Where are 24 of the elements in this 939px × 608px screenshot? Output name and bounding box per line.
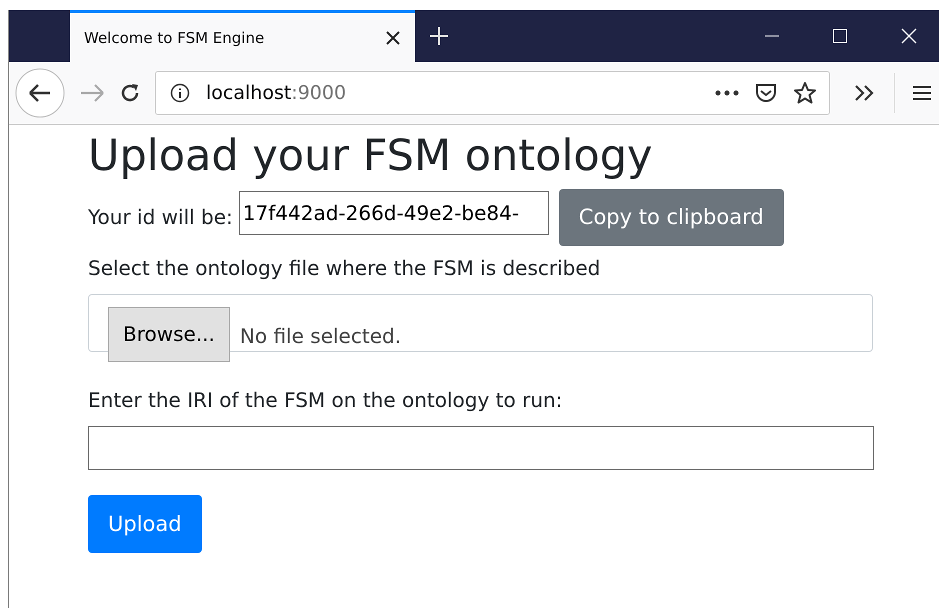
more-icon[interactable] <box>715 90 739 96</box>
upload-button[interactable]: Upload <box>88 494 202 553</box>
back-icon[interactable] <box>15 68 65 118</box>
overflow-icon[interactable] <box>854 84 876 102</box>
plus-icon[interactable] <box>429 26 449 46</box>
id-label: Your id will be: <box>88 205 233 230</box>
iri-field[interactable] <box>88 426 874 470</box>
browse-button[interactable]: Browse... <box>108 306 230 362</box>
copy-button[interactable]: Copy to clipboard <box>558 188 784 246</box>
maximize-icon[interactable] <box>833 29 847 43</box>
menu-icon[interactable] <box>913 85 931 101</box>
close-icon[interactable] <box>385 30 401 46</box>
file-status: No file selected. <box>240 324 402 348</box>
pocket-icon[interactable] <box>755 83 777 103</box>
id-field[interactable]: 17f442ad-266d-49e2-be84- <box>238 191 549 236</box>
address-bar[interactable]: localhost:9000 <box>155 71 830 115</box>
reload-icon[interactable] <box>119 82 141 104</box>
info-icon[interactable] <box>170 83 190 103</box>
browser-tab[interactable]: Welcome to FSM Engine <box>70 10 415 62</box>
page-heading: Upload your FSM ontology <box>88 131 654 183</box>
file-label: Select the ontology file where the FSM is described <box>88 256 602 280</box>
url-text: localhost:9000 <box>206 82 346 104</box>
star-icon[interactable] <box>793 81 817 105</box>
iri-label: Enter the IRI of the FSM on the ontology to run: <box>88 388 564 412</box>
